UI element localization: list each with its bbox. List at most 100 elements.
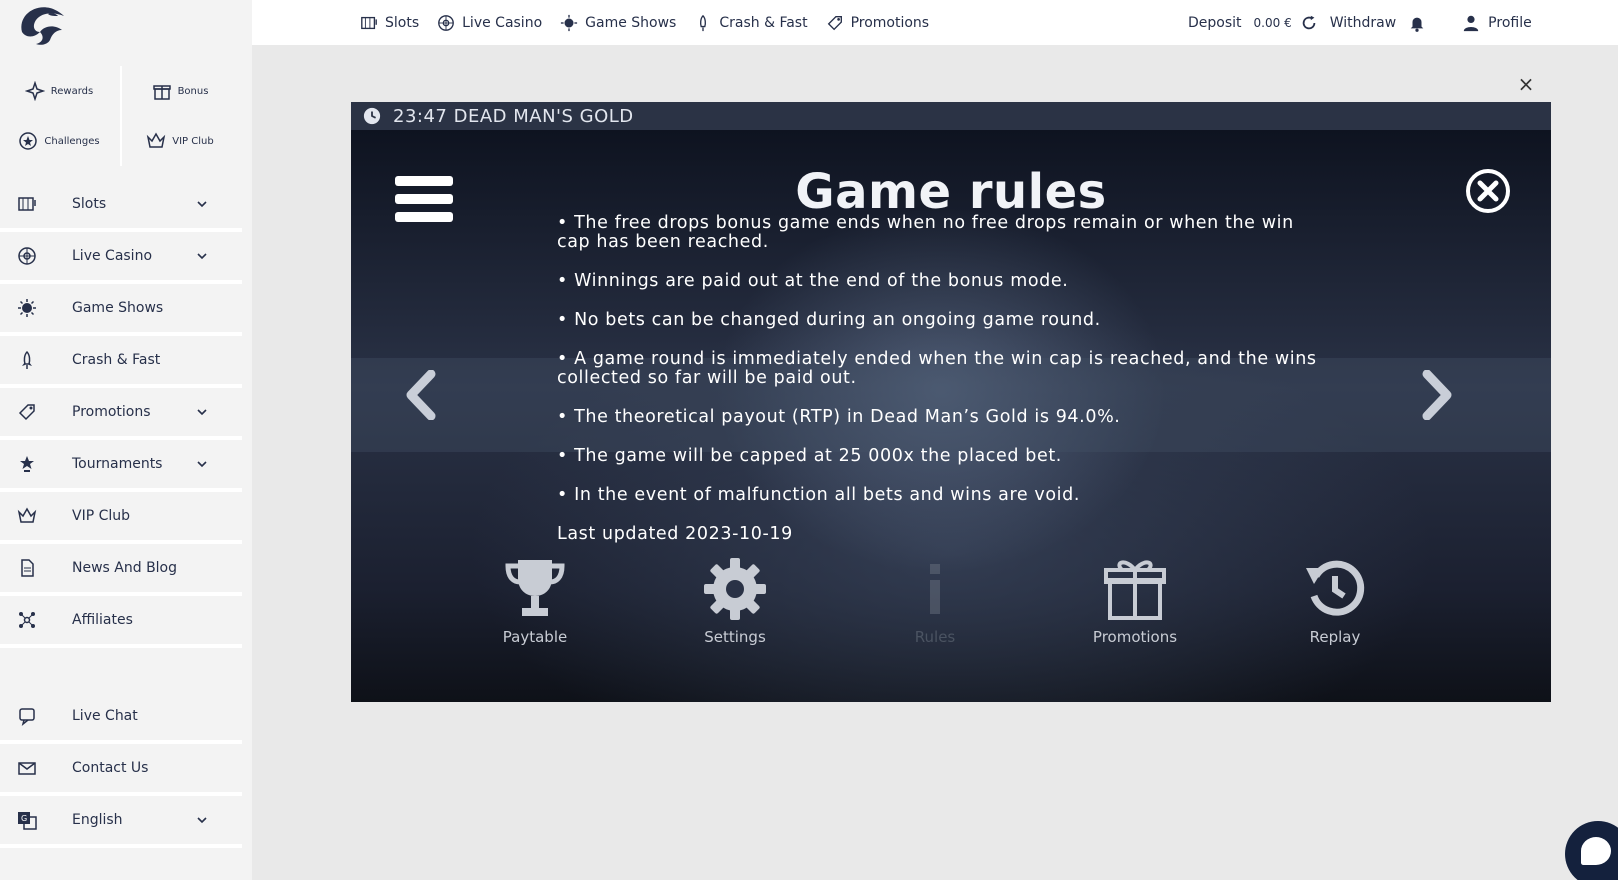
chevron-down-icon[interactable] xyxy=(196,814,208,826)
quick-link-bonus[interactable]: Bonus xyxy=(120,66,238,116)
sparkle-star-icon xyxy=(24,81,45,101)
slot-machine-icon xyxy=(361,16,377,29)
sidebar-item-news-and-blog[interactable]: News And Blog xyxy=(0,544,242,596)
sidebar-item-contact-us[interactable]: Contact Us xyxy=(0,744,242,796)
sidebar-item-label: Promotions xyxy=(72,404,151,420)
chat-bubble-icon xyxy=(1581,837,1611,865)
sidebar-item-game-shows[interactable]: Game Shows xyxy=(0,284,242,336)
chevron-down-icon[interactable] xyxy=(196,406,208,418)
mail-icon xyxy=(16,757,38,779)
trophy-icon xyxy=(505,560,565,616)
trophy-icon xyxy=(16,453,38,475)
rule-item: • In the event of malfunction all bets a… xyxy=(557,485,1081,505)
bottom-nav-label: Paytable xyxy=(502,628,568,646)
svg-text:G: G xyxy=(21,814,27,823)
rule-item: • The free drops bonus game ends when no… xyxy=(557,213,1294,252)
topnav-live-casino[interactable]: Live Casino xyxy=(437,14,542,32)
replay-button[interactable]: Replay xyxy=(1275,556,1395,646)
quick-link-challenges[interactable]: Challenges xyxy=(0,116,118,166)
topnav-game-shows[interactable]: Game Shows xyxy=(560,14,676,32)
sidebar-item-promotions[interactable]: Promotions xyxy=(0,388,242,440)
sidebar-item-label: Live Casino xyxy=(72,248,153,264)
profile-button[interactable]: Profile xyxy=(1488,15,1532,31)
star-badge-icon xyxy=(19,132,38,150)
paytable-button[interactable]: Paytable xyxy=(475,556,595,646)
deposit-button[interactable]: Deposit xyxy=(1188,15,1242,31)
tag-icon xyxy=(827,15,842,30)
promotions-button[interactable]: Promotions xyxy=(1075,556,1195,646)
sidebar-item-language[interactable]: G English xyxy=(0,796,242,848)
rules-text: • The free drops bonus game ends when no… xyxy=(557,214,1317,544)
sidebar-item-label: Crash & Fast xyxy=(72,352,161,368)
quick-link-label: Bonus xyxy=(177,85,209,97)
quick-link-label: Rewards xyxy=(50,85,94,97)
network-icon xyxy=(16,609,38,631)
game-header: 23:47 DEAD MAN'S GOLD xyxy=(351,102,1551,130)
slot-machine-icon xyxy=(16,193,38,215)
bottom-nav-label: Rules xyxy=(914,628,956,646)
settings-button[interactable]: Settings xyxy=(675,556,795,646)
game-frame[interactable]: 23:47 DEAD MAN'S GOLD Game rules • The f… xyxy=(351,102,1551,702)
arrow-right-icon[interactable] xyxy=(1417,370,1457,420)
topnav-slots[interactable]: Slots xyxy=(360,14,419,32)
quick-link-label: VIP Club xyxy=(172,135,214,147)
replay-icon xyxy=(1306,560,1365,616)
game-show-icon xyxy=(16,297,38,319)
arrow-left-icon[interactable] xyxy=(401,370,441,420)
topnav-label: Live Casino xyxy=(462,14,543,31)
topnav-promotions[interactable]: Promotions xyxy=(826,14,930,32)
sidebar-item-live-chat[interactable]: Live Chat xyxy=(0,692,242,744)
last-updated: Last updated 2023-10-19 xyxy=(557,524,793,544)
topnav-label: Game Shows xyxy=(585,14,677,31)
bottom-nav-label: Promotions xyxy=(1092,628,1178,646)
chevron-down-icon[interactable] xyxy=(196,458,208,470)
close-game-icon[interactable]: × xyxy=(1516,74,1536,94)
topnav-label: Slots xyxy=(385,14,420,31)
chevron-down-icon[interactable] xyxy=(196,250,208,262)
quick-link-label: Challenges xyxy=(44,135,100,147)
withdraw-button[interactable]: Withdraw xyxy=(1330,15,1396,31)
chat-launcher-button[interactable] xyxy=(1565,821,1618,880)
account-bar: Deposit 0.00 € Withdraw Profile xyxy=(1188,0,1532,45)
sidebar-item-slots[interactable]: Slots xyxy=(0,180,242,232)
sidebar-item-affiliates[interactable]: Affiliates xyxy=(0,596,242,648)
rules-title: Game rules xyxy=(795,164,1107,220)
topnav-label: Promotions xyxy=(850,14,930,31)
roulette-icon xyxy=(438,14,454,31)
sidebar-item-tournaments[interactable]: Tournaments xyxy=(0,440,242,492)
logo[interactable] xyxy=(14,2,68,48)
quick-link-vip-club[interactable]: VIP Club xyxy=(120,116,238,166)
bell-icon[interactable] xyxy=(1408,14,1426,32)
sidebar-item-label: VIP Club xyxy=(72,508,131,524)
chevron-down-icon[interactable] xyxy=(196,198,208,210)
gear-icon xyxy=(704,558,766,620)
crown-icon xyxy=(147,132,166,148)
sidebar: Rewards Bonus Challenges VIP Club Slots … xyxy=(0,0,252,880)
quick-link-rewards[interactable]: Rewards xyxy=(0,66,118,116)
top-nav: Slots Live Casino Game Shows Crash & Fas… xyxy=(360,0,929,45)
sidebar-item-crash-fast[interactable]: Crash & Fast xyxy=(0,336,242,388)
sidebar-item-vip-club[interactable]: VIP Club xyxy=(0,492,242,544)
user-icon xyxy=(1463,15,1479,31)
rule-item: • No bets can be changed during an ongoi… xyxy=(557,310,1101,330)
refresh-icon[interactable] xyxy=(1300,14,1318,32)
sidebar-item-live-casino[interactable]: Live Casino xyxy=(0,232,242,284)
gift-icon xyxy=(1104,560,1166,620)
sidebar-item-label: Slots xyxy=(72,196,107,212)
balance-display: 0.00 € xyxy=(1253,15,1292,30)
sidebar-support: Live Chat Contact Us G English xyxy=(0,692,242,848)
sidebar-item-label: Affiliates xyxy=(72,612,133,628)
sidebar-item-label: Live Chat xyxy=(72,708,138,724)
roulette-icon xyxy=(16,245,38,267)
bottom-nav-label: Settings xyxy=(704,628,766,646)
rocket-icon xyxy=(16,349,38,371)
gift-icon xyxy=(152,85,171,100)
rules-button[interactable]: Rules xyxy=(875,556,995,646)
quick-links: Rewards Bonus Challenges VIP Club xyxy=(0,66,242,168)
topnav-crash-fast[interactable]: Crash & Fast xyxy=(694,14,808,32)
sidebar-item-label: Contact Us xyxy=(72,760,149,776)
sidebar-item-label: Tournaments xyxy=(72,456,163,472)
rule-item: • The game will be capped at 25 000x the… xyxy=(557,446,1062,466)
rule-item: • Winnings are paid out at the end of th… xyxy=(557,271,1069,291)
rocket-icon xyxy=(700,14,707,31)
